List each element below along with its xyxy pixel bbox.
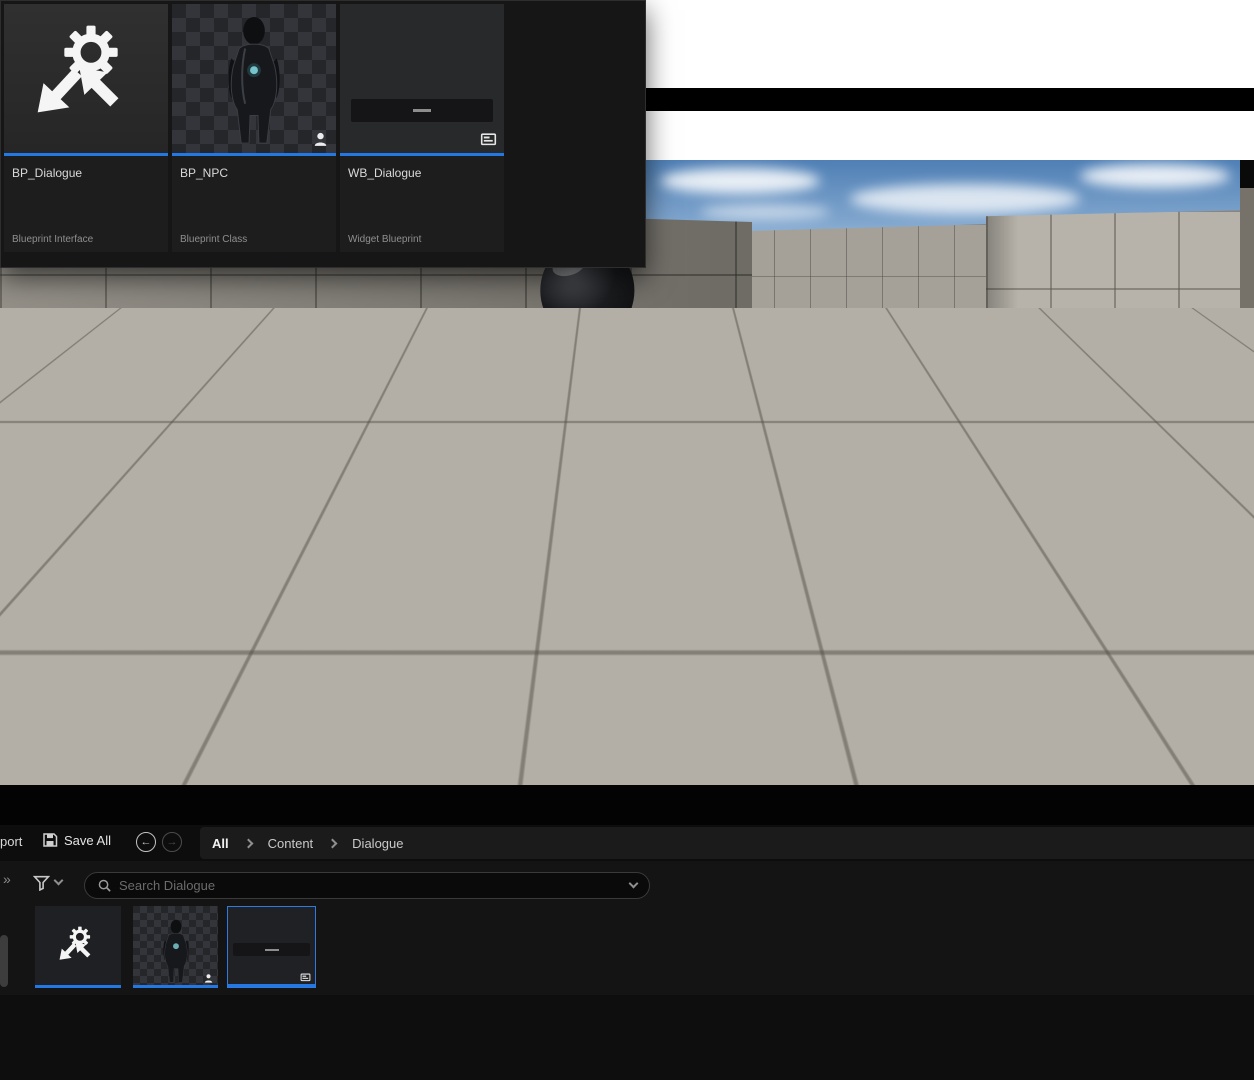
expand-sources-button[interactable]: » <box>3 871 11 887</box>
widget-preview-bar <box>233 943 310 956</box>
asset-tooltip-popup: BP_Dialogue Blueprint Interface <box>0 0 646 268</box>
breadcrumb: All Content Dialogue <box>200 827 1254 859</box>
unreal-logo-glyph: u <box>579 432 595 460</box>
save-all-button[interactable]: Save All <box>42 832 111 848</box>
save-all-label: Save All <box>64 833 111 848</box>
blueprint-interface-thumbnail <box>4 4 168 153</box>
back-button[interactable]: ← <box>136 832 156 852</box>
chevron-down-icon[interactable] <box>629 879 639 889</box>
blueprint-interface-icon <box>31 24 141 134</box>
blueprint-class-thumbnail <box>172 4 336 153</box>
filter-icon <box>33 874 50 891</box>
unreal-editor: u Watch out for rogue players! <box>0 0 1254 1080</box>
asset-card-bp-npc[interactable]: BP_NPC Blueprint Class <box>172 4 336 252</box>
import-button[interactable]: port <box>0 834 22 849</box>
dialogue-message-text: Watch out for rogue players! <box>491 667 782 691</box>
dialogue-message-band: Watch out for rogue players! <box>73 638 1101 720</box>
window-title-bar <box>646 88 1254 111</box>
search-icon <box>97 878 112 893</box>
content-browser-toolbar: port Save All ← → All Content Dial <box>0 825 1254 861</box>
asset-type-color-bar <box>133 985 218 988</box>
breadcrumb-dialogue[interactable]: Dialogue <box>352 836 403 851</box>
asset-card-wb-dialogue-mini-selected[interactable] <box>227 906 316 988</box>
content-browser-footer <box>0 995 1254 1080</box>
search-input[interactable] <box>119 878 623 893</box>
breadcrumb-content[interactable]: Content <box>268 836 314 851</box>
asset-card-wb-dialogue[interactable]: WB_Dialogue Widget Blueprint <box>340 4 504 252</box>
widget-icon <box>480 131 497 148</box>
asset-name: WB_Dialogue <box>348 166 421 180</box>
viewport-corner-strip <box>1240 160 1254 188</box>
scrollbar-thumb[interactable] <box>0 935 8 987</box>
cloud <box>660 168 820 194</box>
asset-type: Blueprint Class <box>180 234 247 245</box>
content-browser-search-row <box>0 868 1254 900</box>
person-icon <box>312 131 329 148</box>
chevron-down-icon <box>54 876 64 886</box>
widget-blueprint-thumbnail <box>340 4 504 153</box>
asset-card-label: BP_Dialogue Blueprint Interface <box>4 156 168 252</box>
asset-card-bp-dialogue[interactable]: BP_Dialogue Blueprint Interface <box>4 4 168 252</box>
background-white-region <box>646 0 1254 160</box>
back-arrow-icon: ← <box>141 837 152 848</box>
forward-arrow-icon: → <box>167 837 178 848</box>
widget-icon <box>300 972 311 983</box>
content-browser: port Save All ← → All Content Dial <box>0 785 1254 1080</box>
asset-card-bp-npc-mini[interactable] <box>133 906 218 988</box>
person-icon <box>203 973 214 984</box>
forward-button[interactable]: → <box>162 832 182 852</box>
filter-button[interactable] <box>33 874 62 891</box>
breadcrumb-all[interactable]: All <box>212 836 229 851</box>
panel-divider <box>0 785 1254 825</box>
asset-type-color-bar <box>35 985 121 988</box>
asset-type: Blueprint Interface <box>12 234 93 245</box>
mannequin-thumbnail-figure <box>208 15 300 153</box>
search-box <box>84 872 650 899</box>
blueprint-interface-icon <box>57 926 99 968</box>
asset-type-color-bar <box>228 984 315 987</box>
asset-card-label: BP_NPC Blueprint Class <box>172 156 336 252</box>
cloud <box>850 184 1080 214</box>
asset-card-bp-dialogue-mini[interactable] <box>35 906 121 988</box>
mannequin-thumbnail-figure <box>154 918 198 988</box>
chevron-right-icon <box>328 838 338 848</box>
asset-name: BP_Dialogue <box>12 166 82 180</box>
chevron-right-icon <box>243 838 253 848</box>
cloud <box>1080 164 1230 188</box>
asset-type: Widget Blueprint <box>348 234 421 245</box>
widget-preview-bar <box>351 99 493 122</box>
right-wall-edge <box>1240 186 1254 516</box>
cloud <box>700 204 830 220</box>
asset-name: BP_NPC <box>180 166 228 180</box>
save-icon <box>42 832 58 848</box>
asset-card-label: WB_Dialogue Widget Blueprint <box>340 156 504 252</box>
